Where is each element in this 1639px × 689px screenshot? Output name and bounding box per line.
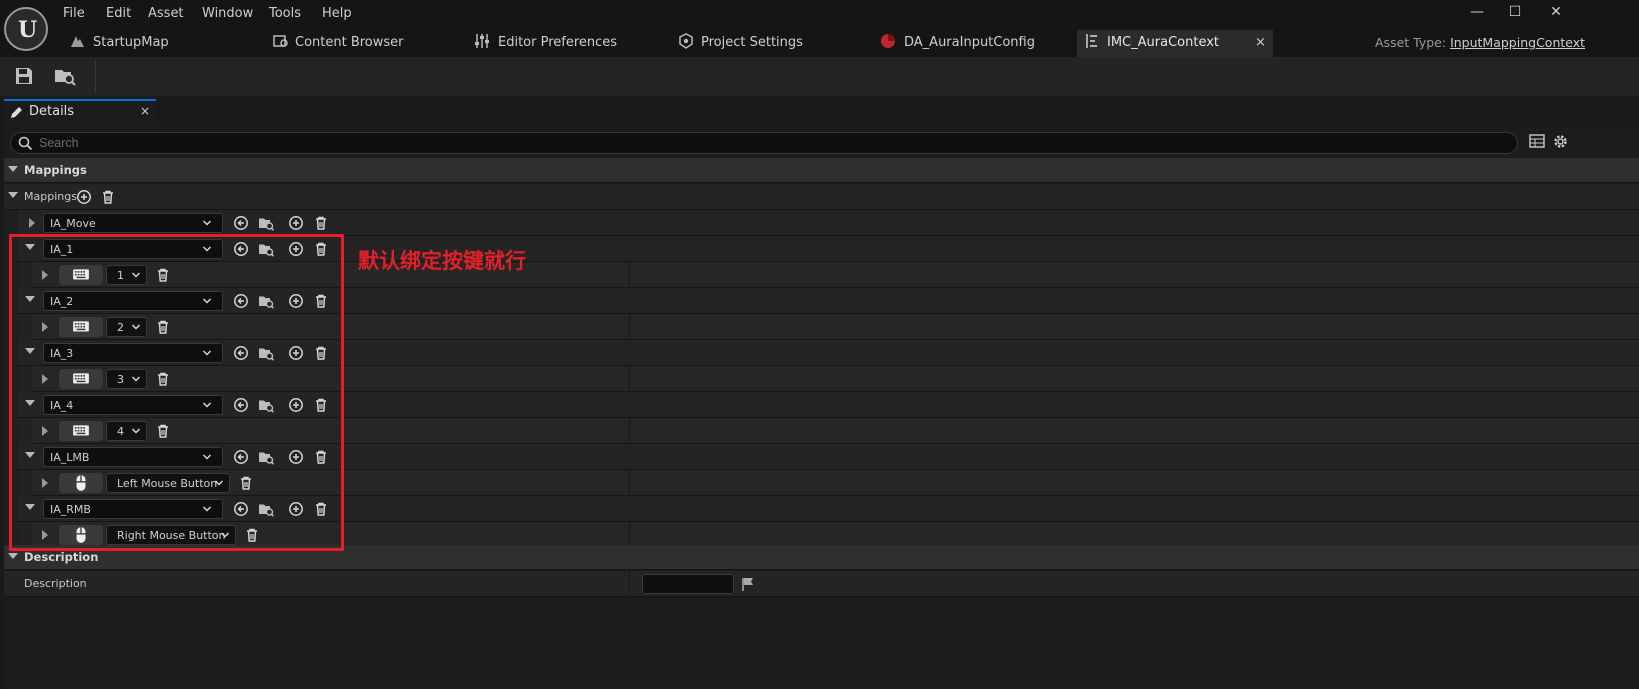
column-divider: [629, 571, 630, 597]
tab-editor-preferences[interactable]: Editor Preferences: [472, 30, 662, 57]
menu-asset[interactable]: Asset: [148, 6, 184, 21]
mapping-row: IA_Move: [4, 210, 1639, 236]
table-view-icon[interactable]: [1529, 133, 1545, 149]
search-box: [10, 132, 1518, 154]
project-settings-icon: [679, 33, 693, 49]
add-element-icon[interactable]: [288, 215, 304, 231]
add-element-icon[interactable]: [76, 189, 92, 205]
maximize-button[interactable]: ☐: [1504, 4, 1526, 20]
data-asset-icon: [881, 34, 895, 48]
save-icon[interactable]: [14, 66, 34, 86]
collapse-triangle-icon: [8, 166, 18, 172]
pencil-icon: [11, 107, 22, 118]
tab-imc-auracontext[interactable]: IMC_AuraContext ×: [1077, 30, 1273, 57]
details-panel-tab[interactable]: Details ×: [4, 99, 156, 124]
close-window-button[interactable]: ✕: [1545, 4, 1567, 20]
column-divider: [629, 314, 630, 340]
collapse-triangle-icon: [8, 553, 18, 559]
description-label: Description: [24, 577, 87, 590]
content-browser-icon: [273, 35, 288, 47]
close-details-button[interactable]: ×: [140, 104, 150, 118]
browse-to-asset-icon[interactable]: [54, 66, 76, 86]
search-icon: [18, 136, 33, 151]
use-selected-asset-icon[interactable]: [233, 215, 249, 231]
flag-icon[interactable]: [741, 577, 754, 591]
tab-content-browser[interactable]: Content Browser: [270, 30, 460, 57]
map-icon: [71, 36, 84, 47]
menu-window[interactable]: Window: [202, 6, 253, 21]
menu-edit[interactable]: Edit: [106, 6, 131, 21]
menu-tools[interactable]: Tools: [269, 6, 301, 21]
browse-to-asset-icon[interactable]: [258, 215, 274, 231]
title-bar: U File Edit Asset Window Tools Help — ☐ …: [0, 0, 1639, 57]
unreal-logo-icon[interactable]: U: [4, 7, 48, 51]
settings-gear-icon[interactable]: [1552, 133, 1569, 150]
tab-project-settings[interactable]: Project Settings: [676, 30, 866, 57]
asset-type-readout: Asset Type: InputMappingContext: [1375, 35, 1586, 50]
sliders-icon: [475, 34, 489, 48]
menu-help[interactable]: Help: [322, 6, 352, 21]
asset-type-link[interactable]: InputMappingContext: [1450, 35, 1585, 50]
minimize-button[interactable]: —: [1466, 4, 1488, 20]
search-input[interactable]: [39, 135, 1439, 151]
input-mapping-icon: [1086, 34, 1097, 48]
input-action-picker[interactable]: IA_Move: [43, 213, 223, 233]
expand-triangle-icon[interactable]: [29, 218, 35, 228]
trash-icon[interactable]: [100, 189, 116, 205]
mappings-array-label: Mappings: [24, 190, 77, 203]
description-row: Description: [4, 571, 1639, 597]
tab-da-aurainputconfig[interactable]: DA_AuraInputConfig: [878, 30, 1068, 57]
annotation-text: 默认绑定按键就行: [358, 249, 526, 273]
collapse-triangle-icon[interactable]: [8, 192, 18, 198]
description-field[interactable]: [642, 574, 734, 594]
column-divider: [629, 366, 630, 392]
column-divider: [629, 262, 630, 288]
indent-guide: [4, 210, 18, 236]
tab-startupmap[interactable]: StartupMap: [66, 30, 256, 57]
menu-file[interactable]: File: [63, 6, 85, 21]
category-mappings[interactable]: Mappings: [4, 158, 1639, 183]
annotation-highlight-box: [9, 234, 344, 551]
close-tab-button[interactable]: ×: [1255, 35, 1266, 50]
toolbar-separator: [95, 61, 96, 93]
input-action-name: IA_Move: [50, 217, 96, 230]
mappings-array-row: Mappings: [4, 184, 1639, 210]
column-divider: [629, 418, 630, 444]
chevron-down-icon: [202, 220, 212, 226]
asset-toolbar: [0, 57, 1639, 96]
column-divider: [629, 470, 630, 496]
trash-icon[interactable]: [313, 215, 329, 231]
